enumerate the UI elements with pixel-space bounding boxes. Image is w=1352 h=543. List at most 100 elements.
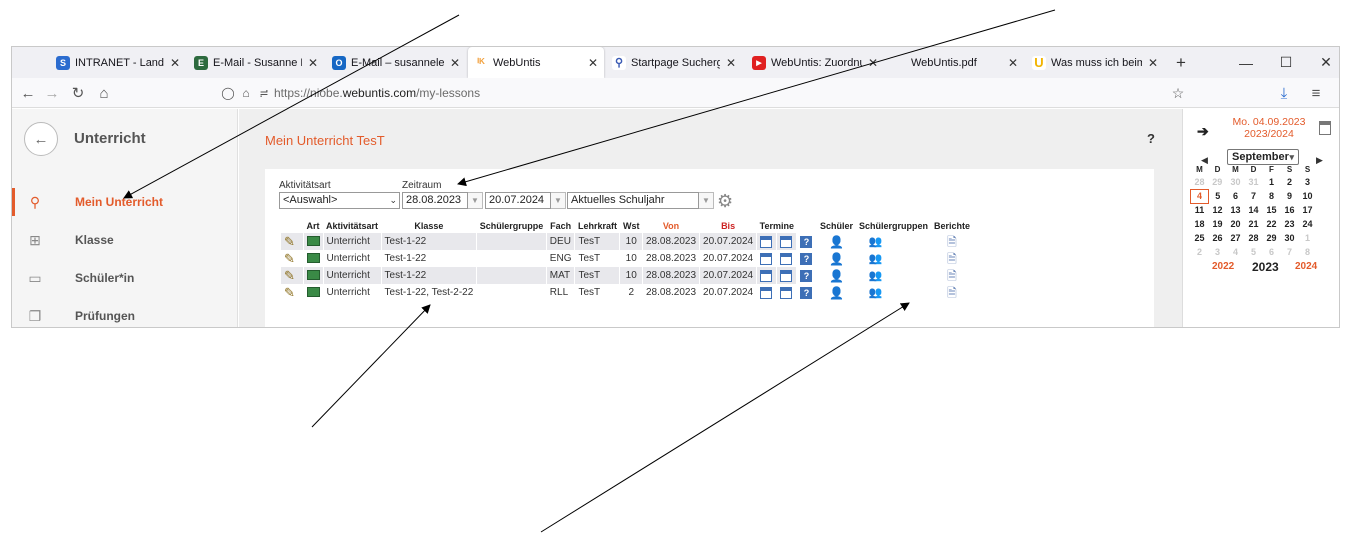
pencil-icon[interactable]: ✎ (284, 235, 295, 248)
table-row[interactable]: ✎ Unterricht Test-1-22 ENG TesT 10 28.08.2023 2… (281, 250, 974, 267)
termine-cell-2[interactable] (776, 233, 798, 250)
calendar-day[interactable]: 26 (1209, 231, 1227, 245)
question-icon[interactable]: ? (800, 269, 813, 282)
berichte-cell[interactable]: 🗎 (930, 284, 974, 301)
calendar-day[interactable]: 2 (1281, 175, 1299, 189)
menu-icon[interactable]: ≡ (1306, 83, 1326, 103)
question-icon[interactable]: ? (800, 235, 813, 248)
termine-cell[interactable] (756, 250, 778, 267)
student-icon[interactable]: 👤 (829, 270, 844, 282)
info-cell[interactable]: ? (796, 267, 818, 284)
calendar-day[interactable]: 5 (1245, 245, 1263, 259)
calendar-day[interactable]: 6 (1227, 189, 1245, 203)
calendar-week-icon[interactable] (780, 252, 793, 265)
calendar-day[interactable]: 28 (1245, 231, 1263, 245)
calendar-day[interactable]: 5 (1209, 189, 1227, 203)
permissions-icon[interactable]: ≓ (254, 83, 274, 103)
sidebar-item-mein-unterricht[interactable]: ⚲ Mein Unterricht (12, 184, 238, 220)
info-cell[interactable]: ? (796, 250, 818, 267)
tab-intranet[interactable]: S INTRANET - Landesne ✕ (50, 47, 186, 78)
close-window-button[interactable]: ✕ (1306, 47, 1339, 78)
calendar-day[interactable]: 29 (1209, 175, 1227, 189)
close-icon[interactable]: ✕ (588, 56, 598, 70)
berichte-cell[interactable]: 🗎 (930, 233, 974, 250)
info-cell[interactable]: ? (796, 284, 818, 301)
student-groups-icon[interactable]: 👥 (868, 287, 882, 299)
close-icon[interactable]: ✕ (308, 56, 318, 70)
schueler-cell[interactable]: 👤 (816, 267, 857, 284)
schueler-cell[interactable]: 👤 (816, 233, 857, 250)
schueler-cell[interactable]: 👤 (816, 250, 857, 267)
help-button[interactable]: ? (1147, 131, 1155, 146)
calendar-day[interactable]: 1 (1263, 175, 1281, 189)
berichte-cell[interactable]: 🗎 (930, 250, 974, 267)
student-groups-icon[interactable]: 👥 (868, 236, 882, 248)
termine-cell[interactable] (756, 233, 778, 250)
table-row[interactable]: ✎ Unterricht Test-1-22, Test-2-22 RLL TesT 2 2… (281, 284, 974, 301)
calendar-week-icon[interactable] (780, 286, 793, 299)
calendar-day[interactable]: 3 (1299, 175, 1317, 189)
calendar-day[interactable]: 31 (1245, 175, 1263, 189)
calendar-icon[interactable] (1319, 121, 1331, 135)
edit-cell[interactable]: ✎ (281, 267, 304, 284)
lock-icon[interactable]: ⌂ (236, 83, 256, 103)
tab-pdf[interactable]: WebUntis.pdf ✕ (886, 47, 1024, 78)
termine-cell-2[interactable] (776, 284, 798, 301)
pencil-icon[interactable]: ✎ (284, 269, 295, 282)
period-dropdown-icon[interactable]: ▼ (699, 192, 714, 209)
calendar-day[interactable]: 9 (1281, 189, 1299, 203)
bookmark-star-icon[interactable]: ☆ (1168, 83, 1188, 103)
termine-cell-2[interactable] (776, 267, 798, 284)
calendar-day[interactable]: 7 (1245, 189, 1263, 203)
student-icon[interactable]: 👤 (829, 287, 844, 299)
new-tab-button[interactable]: + (1168, 47, 1194, 78)
calendar-day-icon[interactable] (760, 269, 773, 282)
to-date-input[interactable]: 20.07.2024 (485, 192, 551, 209)
calendar-day-icon[interactable] (760, 286, 773, 299)
tab-was-muss[interactable]: U Was muss ich beim E ✕ (1026, 47, 1164, 78)
from-date-input[interactable]: 28.08.2023 (402, 192, 468, 209)
gear-icon[interactable]: ⚙ (717, 192, 733, 210)
schuelergruppen-cell[interactable]: 👥 (855, 267, 932, 284)
sidebar-item-pruefungen[interactable]: ❐ Prüfungen (12, 298, 238, 327)
calendar-day[interactable]: 20 (1227, 217, 1245, 231)
tab-youtube[interactable]: ▶ WebUntis: Zuordnun ✕ (746, 47, 884, 78)
calendar-week-icon[interactable] (780, 269, 793, 282)
edit-cell[interactable]: ✎ (281, 284, 304, 301)
forward-arrow-icon[interactable]: → (42, 83, 62, 103)
calendar-day[interactable]: 24 (1299, 217, 1317, 231)
calendar-day[interactable]: 2 (1191, 245, 1209, 259)
question-icon[interactable]: ? (800, 252, 813, 265)
back-button[interactable]: ← (24, 122, 58, 156)
close-icon[interactable]: ✕ (1008, 56, 1018, 70)
close-icon[interactable]: ✕ (450, 56, 460, 70)
calendar-day[interactable]: 8 (1263, 189, 1281, 203)
calendar-day[interactable]: 30 (1227, 175, 1245, 189)
schuelergruppen-cell[interactable]: 👥 (855, 233, 932, 250)
calendar-day[interactable]: 11 (1191, 203, 1209, 217)
tab-startpage[interactable]: ⚲ Startpage Suchergebn ✕ (606, 47, 742, 78)
student-icon[interactable]: 👤 (829, 236, 844, 248)
calendar-day-icon[interactable] (760, 235, 773, 248)
reload-icon[interactable]: ↻ (68, 83, 88, 103)
schuelergruppen-cell[interactable]: 👥 (855, 250, 932, 267)
calendar-week-icon[interactable] (780, 235, 793, 248)
calendar-day[interactable]: 15 (1263, 203, 1281, 217)
sidebar-item-schueler[interactable]: ▭ Schüler*in (12, 260, 238, 296)
calendar-day[interactable]: 29 (1263, 231, 1281, 245)
url-input[interactable]: https://niobe.webuntis.com/my-lessons (274, 86, 480, 100)
edit-cell[interactable]: ✎ (281, 233, 304, 250)
tab-email-susanne[interactable]: E E-Mail - Susanne Levs ✕ (188, 47, 324, 78)
report-icon[interactable]: 🗎 (947, 270, 957, 282)
report-icon[interactable]: 🗎 (947, 287, 957, 299)
minimize-button[interactable]: — (1226, 47, 1266, 78)
student-groups-icon[interactable]: 👥 (868, 253, 882, 265)
table-row[interactable]: ✎ Unterricht Test-1-22 MAT TesT 10 28.08.2023 2… (281, 267, 974, 284)
schueler-cell[interactable]: 👤 (816, 284, 857, 301)
home-icon[interactable]: ⌂ (94, 83, 114, 103)
sidebar-item-klasse[interactable]: ⊞ Klasse (12, 222, 238, 258)
termine-cell[interactable] (756, 267, 778, 284)
termine-cell[interactable] (756, 284, 778, 301)
calendar-day[interactable]: 13 (1227, 203, 1245, 217)
calendar-day[interactable]: 19 (1209, 217, 1227, 231)
